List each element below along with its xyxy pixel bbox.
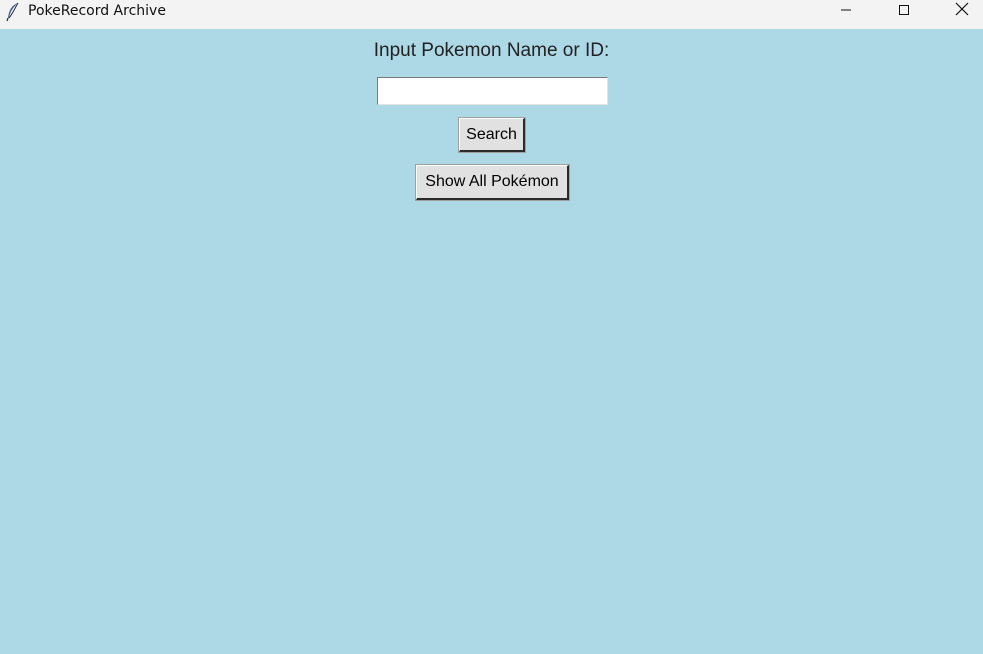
search-prompt-label: Input Pokemon Name or ID: xyxy=(373,40,610,61)
app-window: PokeRecord Archive Input Pokemon Name or… xyxy=(0,0,983,654)
pokemon-search-input[interactable] xyxy=(377,77,608,105)
search-button[interactable]: Search xyxy=(458,117,526,153)
minimize-button[interactable] xyxy=(817,0,875,20)
title-bar[interactable]: PokeRecord Archive xyxy=(0,0,983,29)
main-content: Input Pokemon Name or ID: Search Show Al… xyxy=(0,29,983,654)
close-icon xyxy=(955,1,969,20)
feather-icon xyxy=(6,2,20,22)
maximize-icon xyxy=(898,1,910,20)
window-title: PokeRecord Archive xyxy=(28,3,166,19)
show-all-pokemon-button[interactable]: Show All Pokémon xyxy=(415,164,570,201)
close-button[interactable] xyxy=(933,0,983,20)
maximize-button[interactable] xyxy=(875,0,933,20)
minimize-icon xyxy=(840,1,852,20)
